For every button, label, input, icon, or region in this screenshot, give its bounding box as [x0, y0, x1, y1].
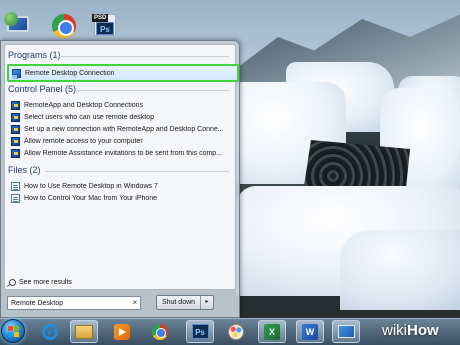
result-control-panel-item[interactable]: Allow Remote Assistance invitations to b… [11, 147, 233, 159]
remote-desktop-icon [12, 68, 21, 79]
control-panel-icon [11, 100, 20, 110]
taskbar-word[interactable]: W [296, 320, 324, 343]
search-icon [9, 279, 16, 286]
start-button[interactable] [1, 319, 25, 343]
divider [57, 56, 229, 57]
taskbar-paint[interactable] [222, 320, 250, 343]
result-control-panel-item[interactable]: Allow remote access to your computer [11, 135, 233, 147]
result-label: How to Control Your Mac from Your iPhone [24, 194, 158, 202]
document-icon [11, 193, 20, 203]
control-panel-icon [11, 136, 20, 146]
divider [77, 90, 229, 91]
watermark-wiki: wiki [382, 322, 407, 339]
document-icon [11, 181, 20, 191]
taskbar-media-player[interactable] [108, 320, 136, 343]
word-icon: W [302, 323, 318, 340]
control-panel-icon [11, 124, 20, 134]
section-header-programs: Programs (1) [8, 50, 61, 60]
result-label: RemoteApp and Desktop Connections [24, 101, 144, 109]
result-label: Allow Remote Assistance invitations to b… [24, 149, 223, 157]
taskbar-excel[interactable]: X [258, 320, 286, 343]
watermark-how: How [407, 322, 439, 339]
photoshop-icon: Ps [96, 22, 114, 35]
windows-logo-icon [8, 326, 19, 337]
result-label: Set up a new connection with RemoteApp a… [24, 125, 224, 133]
remote-desktop-icon [337, 325, 355, 338]
result-label: Remote Desktop Connection [25, 69, 115, 77]
taskbar-chrome[interactable] [146, 320, 174, 343]
folder-icon [75, 324, 93, 339]
see-more-label: See more results [19, 279, 72, 286]
start-search-input[interactable]: Remote Desktop × [7, 296, 141, 310]
search-value: Remote Desktop [11, 299, 64, 307]
see-more-results-link[interactable]: See more results [9, 279, 72, 286]
result-label: How to Use Remote Desktop in Windows 7 [24, 182, 158, 190]
photoshop-icon: Ps [191, 324, 209, 339]
shutdown-button[interactable]: Shut down [157, 296, 201, 309]
media-player-icon [114, 323, 130, 340]
result-control-panel-item[interactable]: RemoteApp and Desktop Connections [11, 99, 233, 111]
result-control-panel-item[interactable]: Set up a new connection with RemoteApp a… [11, 123, 233, 135]
chrome-icon [152, 323, 168, 340]
control-panel-icon [11, 148, 20, 158]
wikihow-watermark: wikiHow [382, 322, 439, 339]
result-label: Allow remote access to your computer [24, 137, 143, 145]
control-panel-icon [11, 112, 20, 122]
taskbar-remote-desktop[interactable] [332, 320, 360, 343]
desktop-icon-computer[interactable] [4, 0, 30, 36]
result-file-item[interactable]: How to Control Your Mac from Your iPhone [11, 192, 233, 204]
taskbar-internet-explorer[interactable]: e [36, 320, 64, 343]
excel-icon: X [264, 323, 280, 340]
ice-floe [340, 230, 460, 310]
shutdown-options-arrow-icon[interactable]: ▸ [201, 296, 213, 309]
psd-tag: PSD [92, 14, 109, 22]
chrome-icon [52, 14, 76, 38]
divider [45, 171, 229, 172]
paint-palette-icon [228, 323, 244, 340]
section-header-control-panel: Control Panel (5) [8, 84, 77, 94]
globe-icon [4, 12, 18, 26]
desktop-icon-psd[interactable]: PSD Ps [92, 0, 118, 36]
result-label: Select users who can use remote desktop [24, 113, 154, 121]
search-results-pane: Programs (1) Remote Desktop Connection C… [4, 44, 239, 290]
taskbar-windows-explorer[interactable] [70, 320, 98, 343]
section-header-files: Files (2) [8, 165, 41, 175]
internet-explorer-icon: e [42, 323, 58, 340]
shutdown-button-group: Shut down ▸ [156, 295, 214, 310]
result-control-panel-item[interactable]: Select users who can use remote desktop [11, 111, 233, 123]
result-remote-desktop-connection[interactable]: Remote Desktop Connection [12, 67, 234, 79]
desktop-icon-chrome[interactable] [50, 0, 76, 38]
clear-search-icon[interactable]: × [130, 297, 140, 309]
start-menu: Programs (1) Remote Desktop Connection C… [0, 40, 240, 318]
taskbar-photoshop[interactable]: Ps [186, 320, 214, 343]
result-file-item[interactable]: How to Use Remote Desktop in Windows 7 [11, 180, 233, 192]
